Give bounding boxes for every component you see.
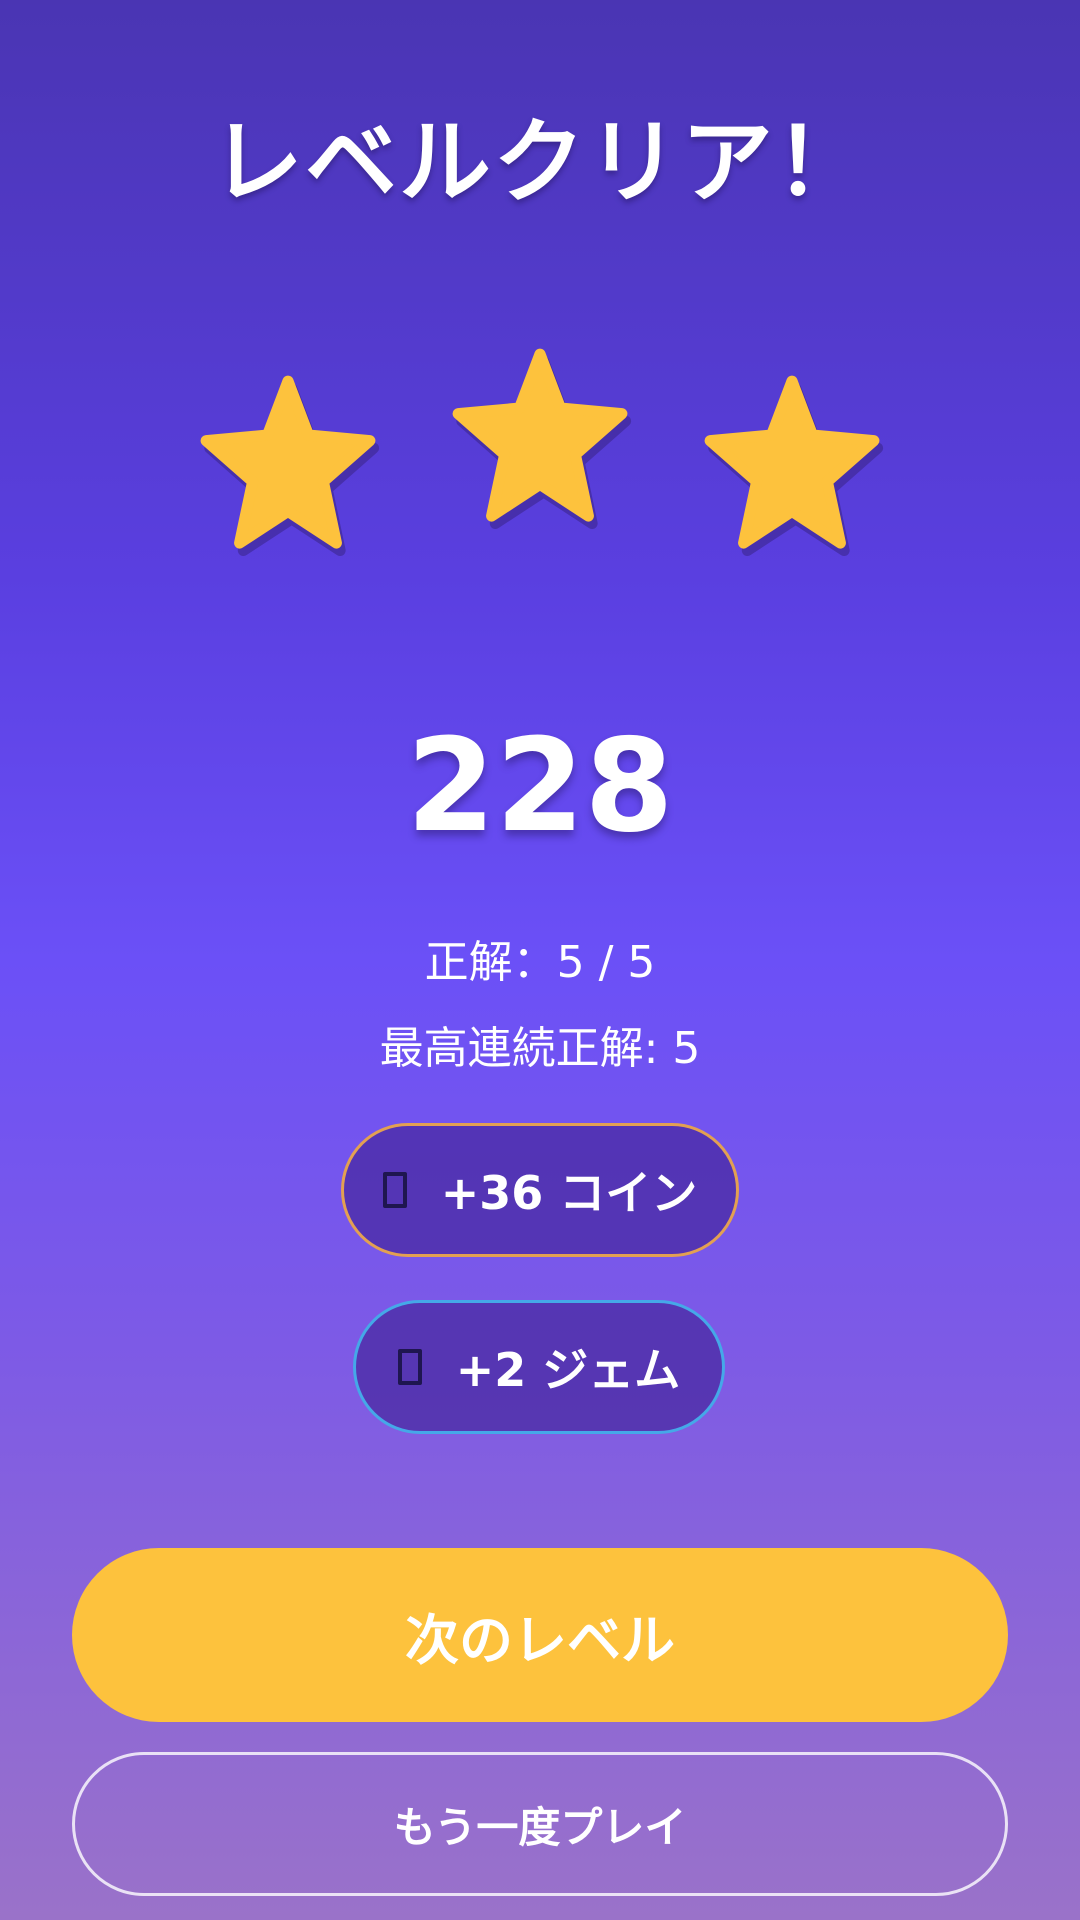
best-streak-stat: 最高連続正解: 5 [379,1023,701,1074]
coin-icon [382,1172,407,1208]
star-icon [195,370,381,556]
gem-reward-label: +2 ジェム [455,1343,681,1397]
coin-reward-badge: +36 コイン [341,1123,739,1257]
star-rating [0,0,1080,600]
correct-answers-stat: 正解：5 / 5 [424,937,656,988]
coin-reward-label: +36 コイン [440,1166,698,1220]
gem-icon [397,1349,422,1385]
next-level-button[interactable]: 次のレベル [72,1548,1008,1722]
star-icon [447,343,633,529]
score-value: 228 [406,712,674,861]
replay-button[interactable]: もう一度プレイ [72,1752,1008,1896]
gem-reward-badge: +2 ジェム [353,1300,725,1434]
star-icon [699,370,885,556]
